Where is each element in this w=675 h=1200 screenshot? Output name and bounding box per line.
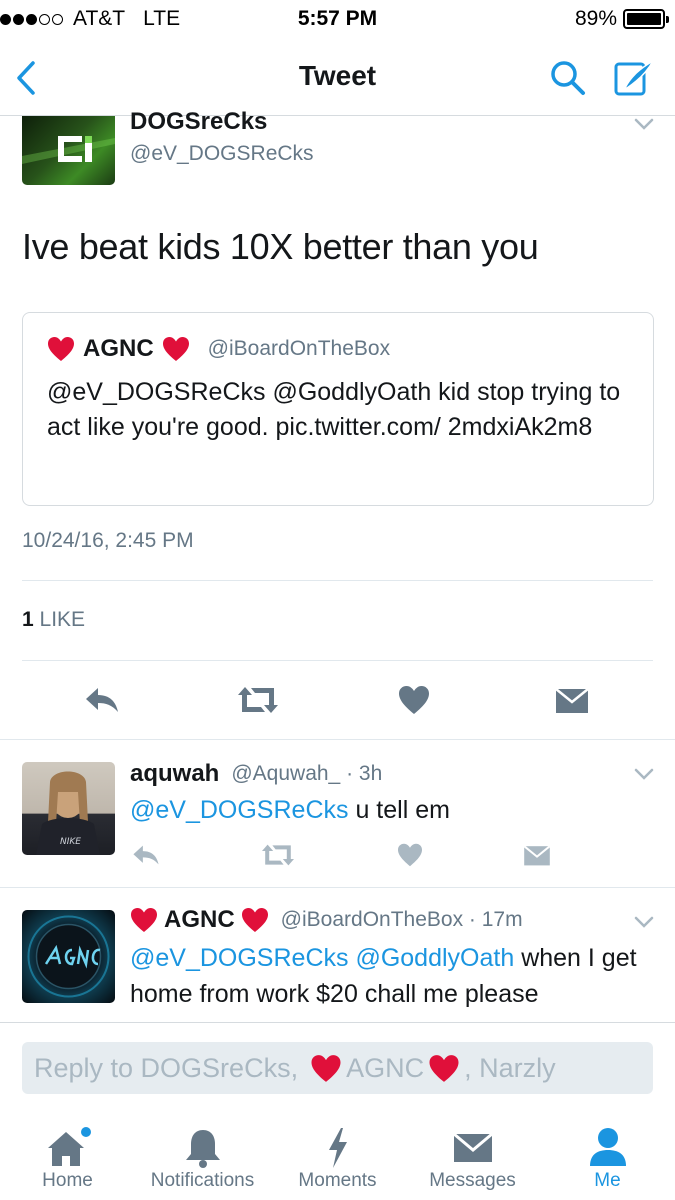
quoted-mentions: @eV_DOGSReCks @GoddlyOath	[47, 378, 432, 406]
reply-author[interactable]: aquwah @Aquwah_ · 3h	[130, 760, 382, 788]
tab-home-icon-wrap	[0, 1126, 135, 1170]
heart-emoji-icon	[429, 1054, 459, 1082]
author-avatar[interactable]	[22, 116, 115, 185]
search-button[interactable]	[544, 54, 592, 102]
heart-emoji-icon	[131, 908, 157, 932]
reply-placeholder-name: AGNC	[346, 1052, 425, 1083]
like-count[interactable]: 1 LIKE	[22, 608, 85, 632]
og-logo-icon	[22, 136, 115, 164]
divider	[22, 580, 653, 581]
reply-mention[interactable]: @eV_DOGSReCks	[130, 944, 349, 972]
heart-emoji-icon	[311, 1054, 341, 1082]
like-count-number: 1	[22, 608, 34, 631]
retweet-button[interactable]	[234, 680, 282, 720]
compose-icon	[614, 58, 655, 96]
author-name[interactable]: DOGSreCks	[130, 108, 267, 136]
chevron-down-icon[interactable]	[634, 768, 654, 780]
reply-meta: @iBoardOnTheBox · 17m	[280, 908, 523, 931]
tab-bar: Home Notifications Moments Messages Me	[0, 1106, 675, 1200]
tab-messages-icon-wrap	[405, 1126, 540, 1170]
retweet-icon	[262, 844, 294, 866]
bell-icon	[185, 1130, 220, 1168]
heart-emoji-icon	[162, 337, 189, 361]
reply-input[interactable]: Reply to DOGSreCks, AGNC , Narzly	[22, 1042, 653, 1094]
envelope-icon	[523, 845, 551, 866]
tab-messages[interactable]: Messages	[405, 1106, 540, 1200]
tab-me[interactable]: Me	[540, 1106, 675, 1200]
tab-notifications-icon-wrap	[135, 1126, 270, 1170]
reply-author-name: AGNC	[164, 906, 235, 933]
reply-arrow-icon	[133, 845, 159, 865]
profile-photo-icon: NIKE	[36, 771, 100, 855]
direct-message-button[interactable]	[550, 680, 594, 720]
envelope-icon	[452, 1132, 493, 1162]
tab-label: Home	[42, 1170, 93, 1191]
author-handle: @eV_DOGSReCks	[130, 142, 314, 165]
divider	[0, 887, 675, 888]
reply-button[interactable]	[128, 840, 164, 870]
reply-bar: Reply to DOGSreCks, AGNC , Narzly	[0, 1022, 675, 1106]
navigation-bar: Tweet	[0, 40, 675, 116]
battery-icon	[623, 9, 669, 29]
tab-label: Messages	[429, 1170, 516, 1191]
heart-icon	[398, 843, 422, 867]
like-count-label: LIKE	[39, 608, 86, 631]
agnc-logo-icon	[27, 915, 110, 998]
home-icon	[47, 1127, 91, 1166]
divider	[22, 660, 653, 661]
reply-text: @eV_DOGSReCks u tell em	[130, 792, 660, 828]
divider	[0, 739, 675, 740]
quoted-author-name: AGNC	[83, 335, 154, 362]
search-icon	[551, 61, 585, 95]
reply-author-avatar[interactable]: NIKE	[22, 762, 115, 855]
reply-body: u tell em	[348, 796, 450, 824]
tab-label: Notifications	[150, 1170, 255, 1191]
reply-author-name: aquwah	[130, 760, 220, 787]
quoted-author-handle: @iBoardOnTheBox	[207, 337, 391, 360]
tab-label: Moments	[298, 1170, 377, 1191]
tab-notifications[interactable]: Notifications	[135, 1106, 270, 1200]
reply-button[interactable]	[80, 680, 124, 720]
clock: 5:57 PM	[297, 7, 378, 30]
reply-meta: @Aquwah_ · 3h	[231, 762, 383, 785]
envelope-icon	[555, 688, 589, 713]
tab-home[interactable]: Home	[0, 1106, 135, 1200]
tab-label: Me	[594, 1170, 621, 1191]
battery-percent: 89%	[574, 7, 617, 30]
tweet-detail-screen: AT&T LTE 5:57 PM 89% Tweet DOGSreCks @eV…	[0, 0, 675, 1200]
quoted-tweet-text: @eV_DOGSReCks @GoddlyOath kid stop tryin…	[47, 375, 647, 445]
reply-placeholder-prefix: Reply to DOGSreCks,	[34, 1052, 299, 1083]
tab-moments[interactable]: Moments	[270, 1106, 405, 1200]
status-bar: AT&T LTE 5:57 PM 89%	[0, 0, 675, 40]
svg-text:NIKE: NIKE	[60, 837, 81, 847]
tweet-timestamp: 10/24/16, 2:45 PM	[22, 529, 194, 552]
quoted-tweet-header: AGNC @iBoardOnTheBox	[47, 335, 390, 363]
reply-placeholder-suffix: , Narzly	[464, 1052, 556, 1083]
like-button[interactable]	[394, 840, 426, 870]
heart-emoji-icon	[48, 337, 74, 361]
chevron-down-icon[interactable]	[634, 118, 654, 130]
like-button[interactable]	[392, 680, 436, 720]
heart-emoji-icon	[241, 908, 268, 932]
retweet-button[interactable]	[258, 840, 298, 870]
reply-mention[interactable]: @GoddlyOath	[355, 944, 514, 972]
heart-icon	[399, 686, 429, 714]
direct-message-button[interactable]	[520, 840, 554, 870]
battery-status: 89%	[574, 7, 669, 31]
reply-text: @eV_DOGSReCks @GoddlyOath when I get hom…	[130, 940, 665, 1012]
reply-arrow-icon	[86, 688, 118, 712]
reply-author[interactable]: AGNC @iBoardOnTheBox · 17m	[130, 906, 523, 934]
person-icon	[589, 1128, 626, 1166]
reply-author-avatar[interactable]	[22, 910, 115, 1003]
lightning-icon	[328, 1128, 347, 1168]
tab-me-icon-wrap	[540, 1126, 675, 1170]
chevron-down-icon[interactable]	[634, 916, 654, 928]
quoted-tweet[interactable]: AGNC @iBoardOnTheBox @eV_DOGSReCks @Godd…	[22, 312, 654, 506]
tab-moments-icon-wrap	[270, 1126, 405, 1170]
compose-button[interactable]	[610, 54, 658, 102]
reply-mention[interactable]: @eV_DOGSReCks	[130, 796, 349, 824]
retweet-icon	[238, 687, 278, 713]
tweet-text: Ive beat kids 10X better than you	[22, 226, 539, 267]
